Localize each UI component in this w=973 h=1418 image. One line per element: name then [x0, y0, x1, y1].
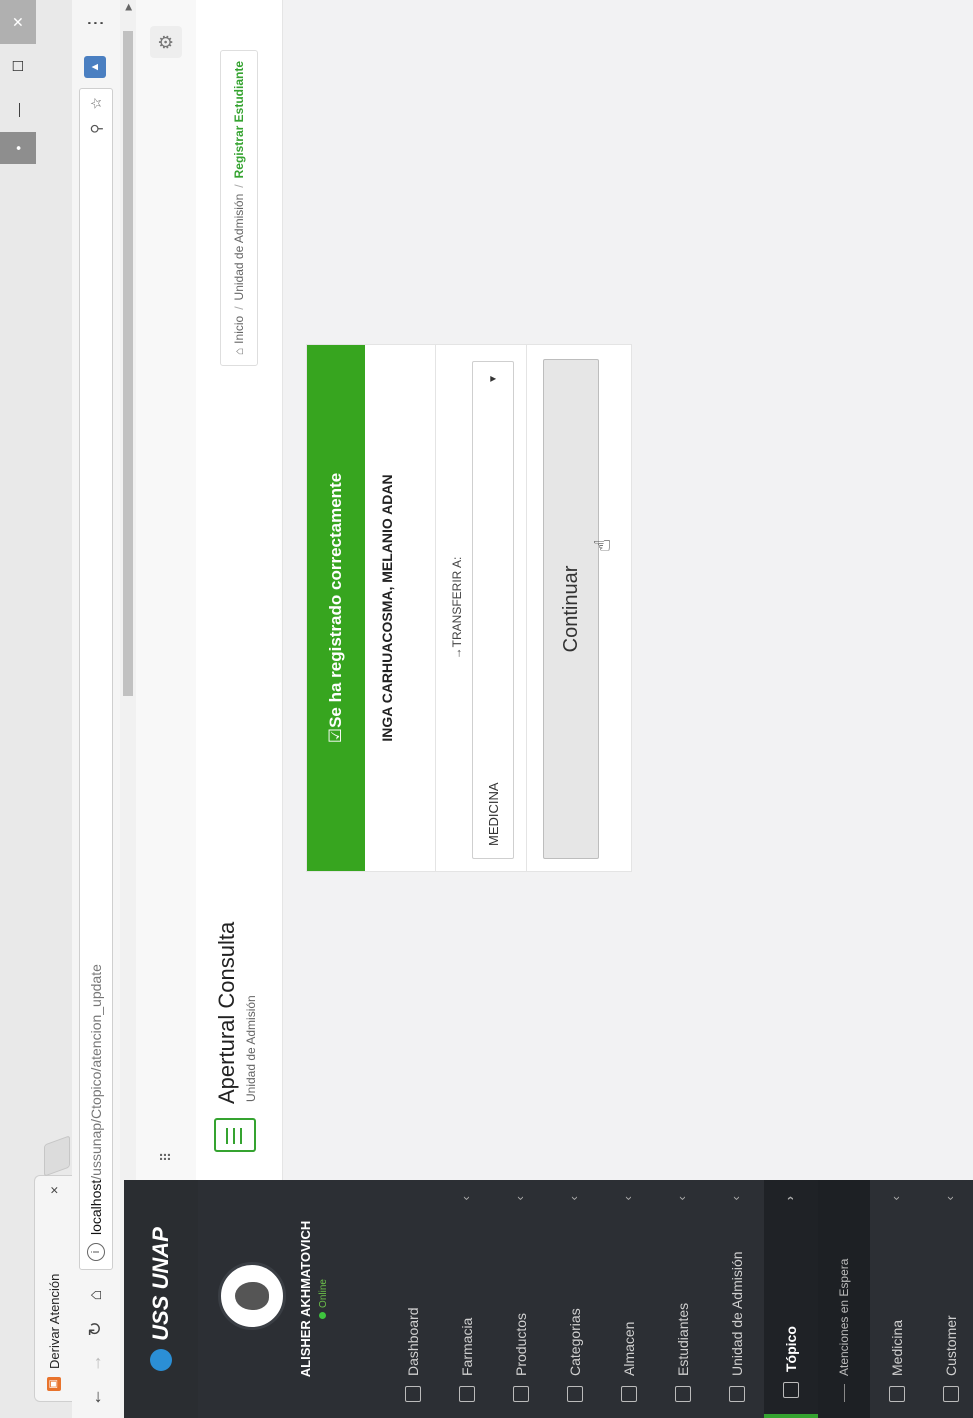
customer-icon	[943, 1386, 959, 1402]
extension-icon[interactable]: ▲	[84, 56, 106, 78]
sidebar-menu: Dashboard Farmacia ‹ Productos ‹ Categor…	[386, 1180, 973, 1418]
breadcrumb-current: Registrar Estudiante	[232, 61, 246, 179]
transfer-section: →TRANSFERIR A: MEDICINA ▼	[435, 345, 527, 871]
settings-gear-icon[interactable]: ⚙	[150, 26, 182, 58]
scroll-right-icon[interactable]: ▶	[120, 0, 136, 14]
chevron-icon: ‹	[942, 1196, 957, 1201]
sidebar-item-estudiantes[interactable]: Estudiantes ‹	[656, 1180, 710, 1418]
sidebar-item-unidad-admision[interactable]: Unidad de Admisión ‹	[710, 1180, 764, 1418]
bookmark-star-icon[interactable]: ☆	[88, 97, 105, 110]
sidebar-item-productos[interactable]: Productos ‹	[494, 1180, 548, 1418]
dashboard-icon	[405, 1386, 421, 1402]
url-host: localhost	[88, 1179, 104, 1235]
home-small-icon: ⌂	[232, 347, 246, 356]
sidebar-subitem-atenciones[interactable]: Atenciones en Espera	[818, 1180, 870, 1418]
forward-icon[interactable]: →	[80, 1348, 110, 1378]
medicina-icon	[889, 1386, 905, 1402]
maximize-icon[interactable]: ☐	[0, 44, 36, 88]
admision-icon	[729, 1386, 745, 1402]
user-panel: ALISHER AKHMATOVICH Online	[198, 1180, 358, 1418]
farmacia-icon	[459, 1386, 475, 1402]
sidebar-item-dashboard[interactable]: Dashboard	[386, 1180, 440, 1418]
page-subtitle: Unidad de Admisión	[244, 995, 258, 1102]
almacen-icon	[621, 1386, 637, 1402]
sidebar-item-categorias[interactable]: Categorias ‹	[548, 1180, 602, 1418]
logo-text: USS UNAP	[148, 1227, 173, 1341]
categorias-icon	[567, 1386, 583, 1402]
tab-close-icon[interactable]: ×	[46, 1186, 62, 1194]
logo-globe-icon	[150, 1348, 172, 1371]
breadcrumb: ⌂ Inicio / Unidad de Admisión / Registra…	[220, 50, 258, 367]
favicon-icon: ▣	[47, 1377, 61, 1391]
zoom-icon[interactable]: ⚲	[88, 124, 105, 134]
hand-cursor-icon: ☝	[590, 538, 615, 552]
tab-title: Derivar Atención	[46, 1273, 62, 1369]
sidebar-item-almacen[interactable]: Almacen ‹	[602, 1180, 656, 1418]
chevron-icon: ›	[782, 1196, 797, 1201]
url-input[interactable]: i localhost /ussunap/Ctopico/atencion_up…	[79, 88, 113, 1270]
profile-icon[interactable]: •	[0, 132, 36, 164]
student-name: INGA CARHUACOSMA, MELANIO ADAN	[379, 474, 395, 742]
close-window-icon[interactable]: ✕	[0, 0, 36, 44]
estudiantes-icon	[675, 1386, 691, 1402]
home-icon[interactable]: ⌂	[80, 1280, 110, 1310]
sidebar: USS UNAP ALISHER AKHMATOVICH Online Dash…	[124, 1180, 973, 1418]
app-logo[interactable]: USS UNAP	[124, 1180, 198, 1418]
browser-tab[interactable]: ▣ Derivar Atención ×	[34, 1175, 73, 1402]
browser-window: ▣ Derivar Atención × • — ☐ ✕ ← → ↻ ⌂ i l…	[0, 0, 973, 1418]
user-status: Online	[318, 1180, 329, 1418]
chevron-icon: ‹	[566, 1196, 581, 1201]
sidebar-item-customer[interactable]: Customer ‹	[924, 1180, 973, 1418]
window-controls: • — ☐ ✕	[0, 0, 36, 164]
sidebar-item-topico[interactable]: Tópico ›	[764, 1180, 818, 1418]
chevron-icon: ‹	[888, 1196, 903, 1201]
page-list-icon	[214, 1118, 256, 1152]
user-name: ALISHER AKHMATOVICH	[298, 1220, 313, 1378]
page-header: Apertural Consulta Unidad de Admisión ⌂ …	[196, 0, 283, 1180]
top-navbar: ⠿ ⚙	[136, 0, 197, 1180]
dropdown-arrow-icon: ▼	[487, 374, 499, 384]
transfer-card: ☑Se ha registrado correctamente INGA CAR…	[306, 344, 632, 872]
url-path: /ussunap/Ctopico/atencion_update	[88, 964, 104, 1180]
site-info-icon[interactable]: i	[87, 1243, 105, 1261]
productos-icon	[513, 1386, 529, 1402]
title-bar: ▣ Derivar Atención × • — ☐ ✕	[0, 0, 73, 1418]
back-icon[interactable]: ←	[80, 1382, 110, 1412]
transfer-select-value: MEDICINA	[485, 782, 501, 846]
browser-menu-icon[interactable]: ⋮	[80, 8, 110, 38]
topico-icon	[783, 1382, 799, 1398]
apps-grid-icon[interactable]: ⠿	[158, 1144, 176, 1162]
sidebar-item-farmacia[interactable]: Farmacia ‹	[440, 1180, 494, 1418]
transfer-select[interactable]: MEDICINA ▼	[472, 361, 514, 859]
breadcrumb-unidad[interactable]: Unidad de Admisión	[232, 194, 246, 301]
continue-button[interactable]: Continuar	[543, 359, 599, 859]
scrollbar-thumb[interactable]	[123, 31, 133, 696]
minimize-icon[interactable]: —	[0, 88, 36, 132]
new-tab-button[interactable]	[44, 1135, 70, 1177]
chevron-icon: ‹	[728, 1196, 743, 1201]
page-title: Apertural Consulta	[214, 921, 239, 1104]
chevron-icon: ‹	[674, 1196, 689, 1201]
breadcrumb-inicio[interactable]: Inicio	[232, 316, 246, 344]
chevron-icon: ‹	[512, 1196, 527, 1201]
sidebar-item-medicina[interactable]: Medicina ‹	[870, 1180, 924, 1418]
chevron-icon: ‹	[620, 1196, 635, 1201]
online-dot-icon	[319, 1311, 326, 1319]
reload-icon[interactable]: ↻	[80, 1314, 110, 1344]
chevron-icon: ‹	[458, 1196, 473, 1201]
success-banner: ☑Se ha registrado correctamente	[307, 345, 365, 871]
transfer-label: →TRANSFERIR A:	[450, 556, 464, 660]
address-bar: ← → ↻ ⌂ i localhost /ussunap/Ctopico/ate…	[72, 0, 121, 1418]
avatar	[218, 1262, 286, 1330]
